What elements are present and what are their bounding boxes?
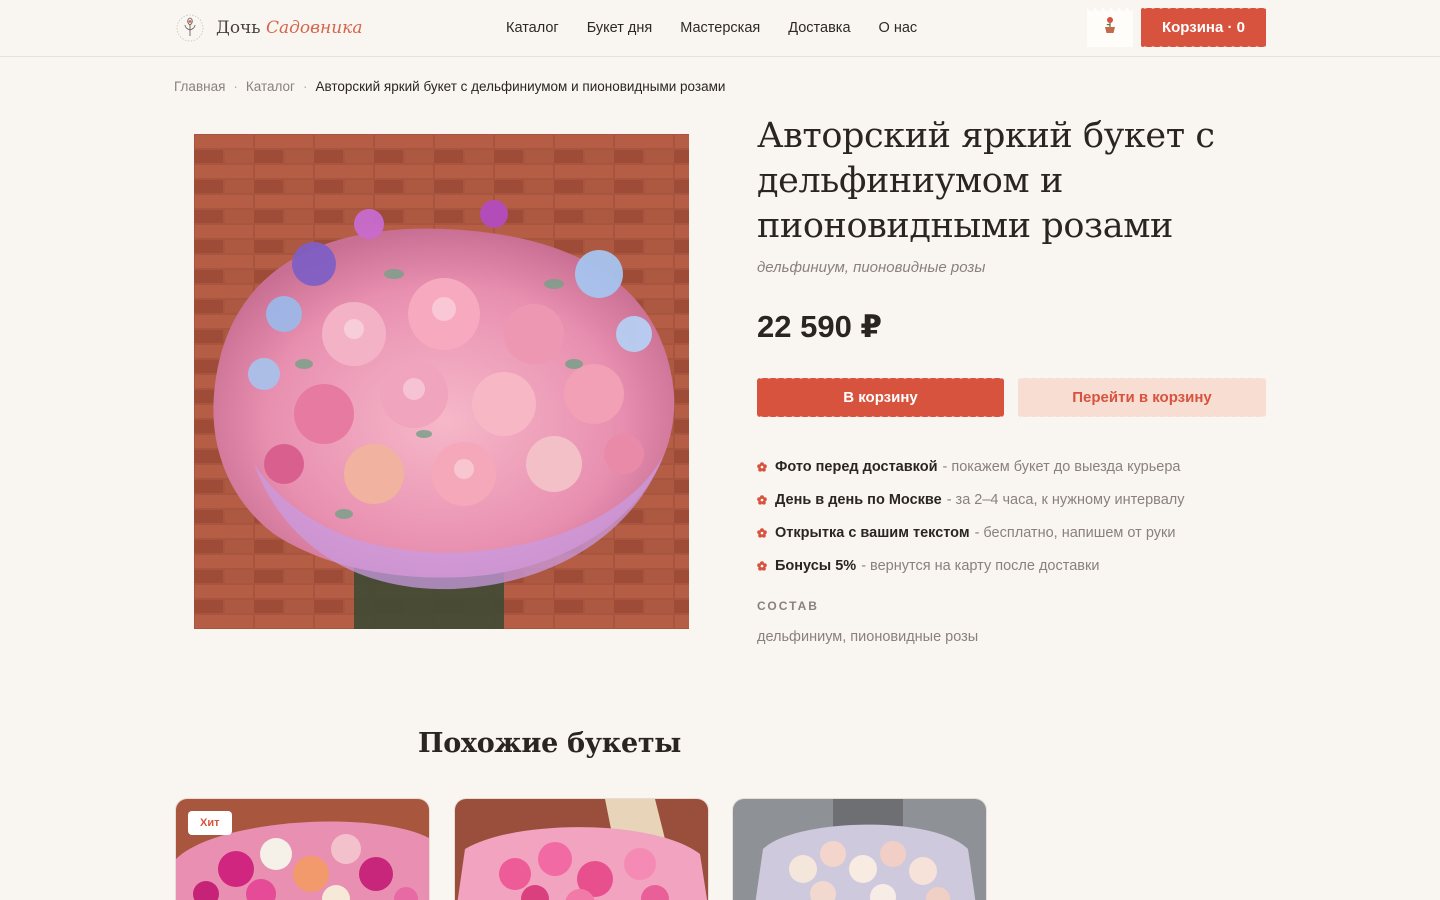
- nav-about[interactable]: О нас: [879, 19, 918, 37]
- product-photo[interactable]: [194, 134, 689, 629]
- feature-item: Фото перед доставкой - покажем букет до …: [757, 450, 1185, 483]
- logo[interactable]: Дочь Садовника: [174, 12, 362, 44]
- nav-delivery[interactable]: Доставка: [788, 19, 850, 37]
- add-to-cart-button[interactable]: В корзину: [757, 376, 1004, 419]
- feature-text: - бесплатно, напишем от руки: [974, 524, 1176, 541]
- breadcrumb-catalog[interactable]: Каталог: [246, 79, 295, 94]
- product-price: 22 590 ₽: [757, 309, 882, 344]
- composition-value: дельфиниум, пионовидные розы: [757, 629, 979, 645]
- cart-button[interactable]: Корзина · 0: [1141, 6, 1266, 49]
- feature-title: День в день по Москве: [775, 491, 942, 508]
- flower-logo-icon: [174, 12, 206, 44]
- feature-title: Фото перед доставкой: [775, 458, 938, 475]
- site-header: Дочь Садовника Каталог Букет дня Мастерс…: [0, 0, 1440, 57]
- go-to-cart-button[interactable]: Перейти в корзину: [1018, 376, 1266, 419]
- feature-item: Бонусы 5% - вернутся на карту после дост…: [757, 549, 1185, 582]
- breadcrumb-separator: ·: [233, 79, 238, 94]
- nav-catalog[interactable]: Каталог: [506, 19, 559, 37]
- nav-bouquet-of-day[interactable]: Букет дня: [587, 19, 653, 37]
- product-subtitle: дельфиниум, пионовидные розы: [757, 259, 986, 276]
- add-to-cart-label: В корзину: [843, 389, 918, 406]
- feature-text: - покажем букет до выезда курьера: [942, 458, 1181, 475]
- flower-pot-icon: [1102, 16, 1118, 39]
- similar-card[interactable]: [732, 798, 987, 900]
- feature-title: Бонусы 5%: [775, 557, 857, 574]
- feature-item: Открытка с вашим текстом - бесплатно, на…: [757, 516, 1185, 549]
- cart-button-label: Корзина · 0: [1161, 19, 1246, 36]
- breadcrumb: Главная · Каталог · Авторский яркий буке…: [174, 79, 725, 94]
- breadcrumb-separator: ·: [302, 79, 308, 94]
- breadcrumb-home[interactable]: Главная: [174, 79, 225, 94]
- similar-section-title: Похожие букеты: [418, 728, 682, 759]
- similar-card[interactable]: [454, 798, 709, 900]
- logo-text: Дочь Садовника: [216, 18, 363, 38]
- flower-bullet-icon: [757, 527, 767, 538]
- composition-label: СОСТАВ: [757, 599, 819, 613]
- go-to-cart-label: Перейти в корзину: [1072, 389, 1212, 406]
- feature-text: - за 2–4 часа, к нужному интервалу: [946, 491, 1185, 508]
- nav-workshop[interactable]: Мастерская: [680, 19, 760, 37]
- bouquet-thumbnail: [455, 799, 708, 900]
- feature-title: Открытка с вашим текстом: [775, 524, 970, 541]
- card-badge: Хит: [188, 811, 232, 835]
- flower-bullet-icon: [757, 560, 767, 571]
- flower-bullet-icon: [757, 461, 767, 472]
- similar-card[interactable]: Хит: [175, 798, 430, 900]
- product-title: Авторский яркий букет с дельфиниумом и п…: [757, 116, 1215, 246]
- bouquet-illustration: [194, 134, 689, 629]
- breadcrumb-current: Авторский яркий букет с дельфиниумом и п…: [315, 79, 726, 94]
- feature-list: Фото перед доставкой - покажем букет до …: [757, 450, 1185, 582]
- flower-pot-button[interactable]: [1087, 8, 1133, 47]
- feature-text: - вернутся на карту после доставки: [861, 557, 1100, 574]
- main-nav: Каталог Букет дня Мастерская Доставка О …: [506, 19, 945, 37]
- flower-bullet-icon: [757, 494, 767, 505]
- feature-item: День в день по Москве - за 2–4 часа, к н…: [757, 483, 1185, 516]
- bouquet-thumbnail: [733, 799, 986, 900]
